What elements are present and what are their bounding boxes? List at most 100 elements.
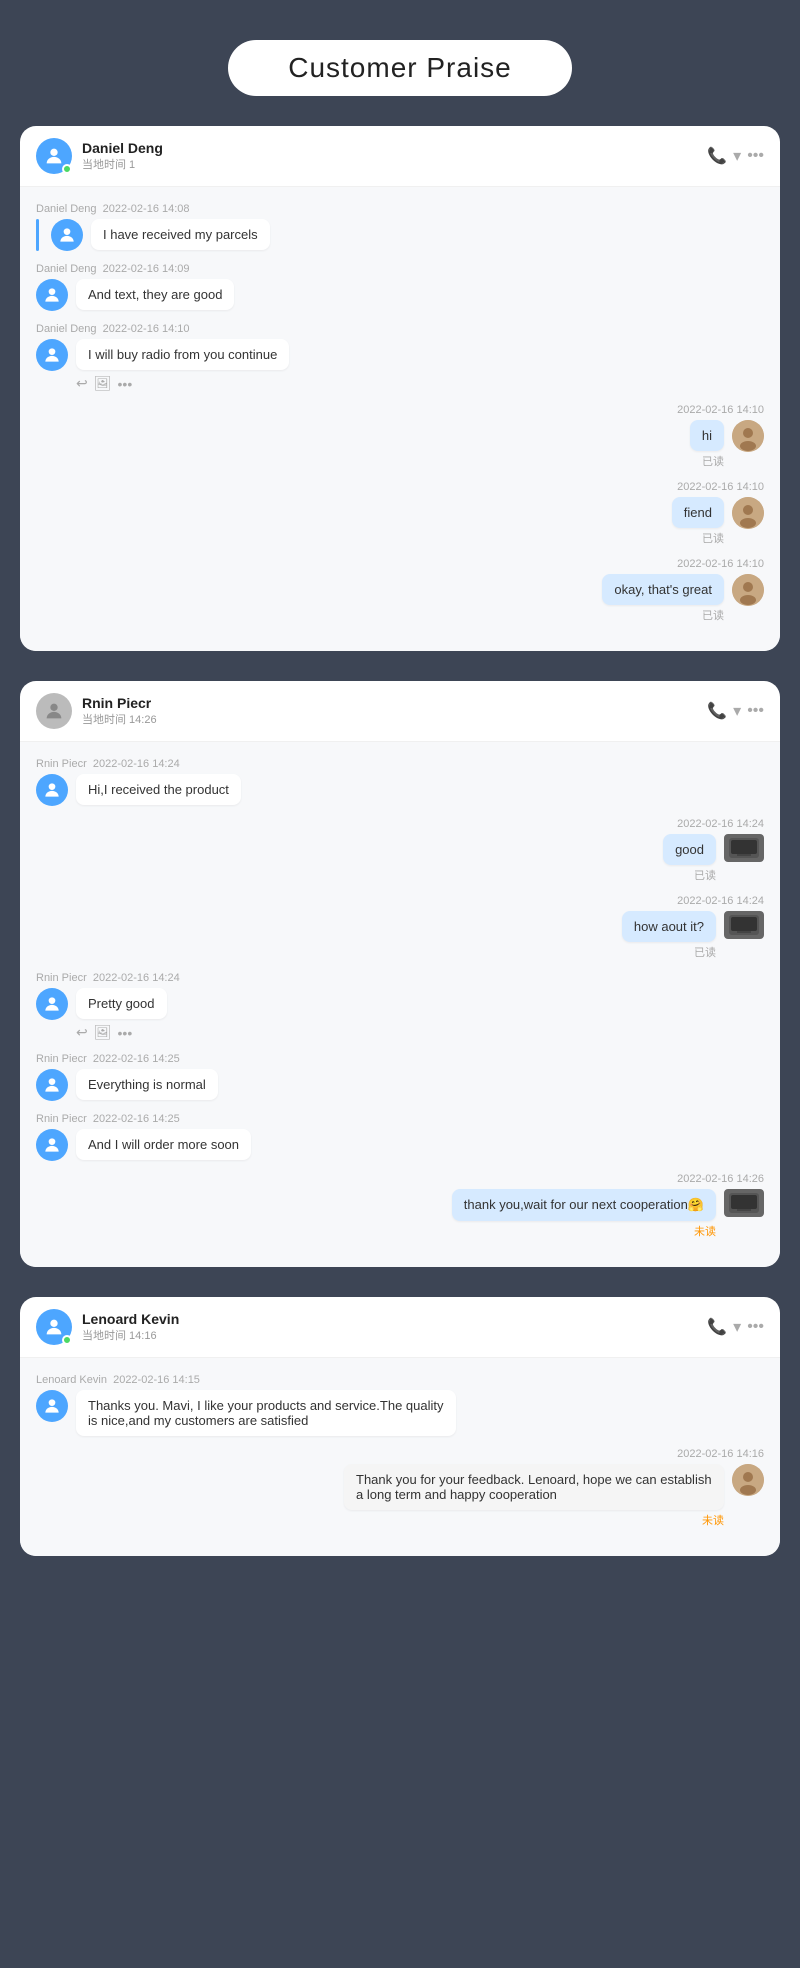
read-status: 已读: [663, 867, 716, 883]
message-row: Daniel Deng 2022-02-16 14:10 I will buy …: [36, 323, 764, 392]
avatar-rnin: [36, 693, 72, 729]
contact-name-3: Lenoard Kevin: [82, 1311, 707, 1327]
chat-card-2: Rnin Piecr 当地时间 14:26 📞 ▾ ••• Rnin Piecr…: [20, 681, 780, 1267]
chat-body-1: Daniel Deng 2022-02-16 14:08 I have rece…: [20, 187, 780, 651]
msg-content-wrap: And I will order more soon: [36, 1129, 251, 1161]
msg-bubble: Hi,I received the product: [76, 774, 241, 805]
contact-name-1: Daniel Deng: [82, 140, 707, 156]
msg-bubble-right: thank you,wait for our next cooperation🤗: [452, 1189, 716, 1221]
msg-meta: Rnin Piecr 2022-02-16 14:25: [36, 1113, 180, 1125]
read-status: 已读: [690, 453, 724, 469]
msg-avatar-right: [732, 1464, 764, 1496]
more-icon[interactable]: •••: [747, 147, 764, 165]
header-info-2: Rnin Piecr 当地时间 14:26: [82, 695, 707, 727]
dropdown-icon[interactable]: ▾: [733, 146, 741, 166]
msg-meta: Rnin Piecr 2022-02-16 14:24: [36, 972, 180, 984]
msg-meta: 2022-02-16 14:24: [677, 818, 764, 830]
msg-content-wrap: good 已读: [663, 834, 764, 883]
contact-name-2: Rnin Piecr: [82, 695, 707, 711]
msg-content-wrap: Thank you for your feedback. Lenoard, ho…: [344, 1464, 764, 1528]
msg-avatar-left: [36, 774, 68, 806]
msg-bubble-right: okay, that's great: [602, 574, 724, 605]
chat-body-3: Lenoard Kevin 2022-02-16 14:15 Thanks yo…: [20, 1358, 780, 1556]
msg-bubble-right: fiend: [672, 497, 724, 528]
image-icon[interactable]: 🖼: [94, 1024, 112, 1041]
reply-icon[interactable]: ↩: [76, 1024, 88, 1041]
msg-content-wrap: hi 已读: [690, 420, 764, 469]
device-avatar: [724, 911, 764, 939]
avatar-daniel: [36, 138, 72, 174]
message-row: 2022-02-16 14:10 hi 已读: [36, 404, 764, 469]
msg-bubble-right: good: [663, 834, 716, 865]
msg-meta: 2022-02-16 14:10: [677, 404, 764, 416]
msg-actions: ↩ 🖼 •••: [76, 1024, 132, 1041]
phone-icon[interactable]: 📞: [707, 701, 727, 721]
header-info-1: Daniel Deng 当地时间 1: [82, 140, 707, 172]
msg-bubble: Thanks you. Mavi, I like your products a…: [76, 1390, 456, 1436]
read-status: 未读: [452, 1223, 716, 1239]
msg-bubble-right: hi: [690, 420, 724, 451]
more-icon[interactable]: •••: [747, 1318, 764, 1336]
msg-content-wrap: okay, that's great 已读: [602, 574, 764, 623]
msg-meta: Daniel Deng 2022-02-16 14:10: [36, 323, 190, 335]
avatar-lenoard: [36, 1309, 72, 1345]
header-actions-1: 📞 ▾ •••: [707, 146, 764, 166]
msg-meta: Daniel Deng 2022-02-16 14:08: [36, 203, 190, 215]
message-row: Daniel Deng 2022-02-16 14:09 And text, t…: [36, 263, 764, 311]
message-row: 2022-02-16 14:24 good 已读: [36, 818, 764, 883]
msg-content-wrap: I will buy radio from you continue: [36, 339, 289, 371]
msg-avatar-right: [732, 497, 764, 529]
msg-content-wrap: how aout it? 已读: [622, 911, 764, 960]
message-row: Rnin Piecr 2022-02-16 14:25 Everything i…: [36, 1053, 764, 1101]
read-status: 已读: [672, 530, 724, 546]
more-actions-icon[interactable]: •••: [118, 376, 133, 392]
msg-meta: 2022-02-16 14:10: [677, 558, 764, 570]
dropdown-icon[interactable]: ▾: [733, 701, 741, 721]
chat-card-3: Lenoard Kevin 当地时间 14:16 📞 ▾ ••• Lenoard…: [20, 1297, 780, 1556]
msg-avatar-right: [732, 574, 764, 606]
read-status: 已读: [622, 944, 716, 960]
phone-icon[interactable]: 📞: [707, 1317, 727, 1337]
chat-body-2: Rnin Piecr 2022-02-16 14:24 Hi,I receive…: [20, 742, 780, 1267]
msg-bubble: I have received my parcels: [91, 219, 270, 250]
chat-header-1: Daniel Deng 当地时间 1 📞 ▾ •••: [20, 126, 780, 187]
msg-content-wrap: Pretty good: [36, 988, 167, 1020]
msg-meta: 2022-02-16 14:10: [677, 481, 764, 493]
header-actions-2: 📞 ▾ •••: [707, 701, 764, 721]
msg-bubble-right: how aout it?: [622, 911, 716, 942]
more-actions-icon[interactable]: •••: [118, 1025, 133, 1041]
msg-bubble: Everything is normal: [76, 1069, 218, 1100]
msg-content-wrap: Hi,I received the product: [36, 774, 241, 806]
more-icon[interactable]: •••: [747, 702, 764, 720]
msg-avatar-left: [51, 219, 83, 251]
msg-avatar-left: [36, 339, 68, 371]
reply-icon[interactable]: ↩: [76, 375, 88, 392]
image-icon[interactable]: 🖼: [94, 375, 112, 392]
read-status: 已读: [602, 607, 724, 623]
message-row: 2022-02-16 14:26 thank you,wait for our …: [36, 1173, 764, 1239]
device-avatar: [724, 834, 764, 862]
msg-avatar-left: [36, 1129, 68, 1161]
message-row: Rnin Piecr 2022-02-16 14:25 And I will o…: [36, 1113, 764, 1161]
chat-header-3: Lenoard Kevin 当地时间 14:16 📞 ▾ •••: [20, 1297, 780, 1358]
msg-content-wrap: And text, they are good: [36, 279, 234, 311]
msg-bubble: And text, they are good: [76, 279, 234, 310]
msg-meta: 2022-02-16 14:26: [677, 1173, 764, 1185]
dropdown-icon[interactable]: ▾: [733, 1317, 741, 1337]
msg-avatar-left: [36, 1390, 68, 1422]
msg-bubble: Pretty good: [76, 988, 167, 1019]
msg-meta: Rnin Piecr 2022-02-16 14:24: [36, 758, 180, 770]
msg-content-wrap: fiend 已读: [672, 497, 764, 546]
left-bar: [36, 219, 39, 251]
message-row: 2022-02-16 14:10 okay, that's great 已读: [36, 558, 764, 623]
phone-icon[interactable]: 📞: [707, 146, 727, 166]
online-indicator: [62, 164, 72, 174]
msg-avatar-left: [36, 1069, 68, 1101]
msg-actions: ↩ 🖼 •••: [76, 375, 132, 392]
message-row: Lenoard Kevin 2022-02-16 14:15 Thanks yo…: [36, 1374, 764, 1436]
msg-content-wrap: Thanks you. Mavi, I like your products a…: [36, 1390, 456, 1436]
message-row: Rnin Piecr 2022-02-16 14:24 Pretty good …: [36, 972, 764, 1041]
contact-status-2: 当地时间 14:26: [82, 711, 707, 727]
header-info-3: Lenoard Kevin 当地时间 14:16: [82, 1311, 707, 1343]
msg-avatar-left: [36, 988, 68, 1020]
